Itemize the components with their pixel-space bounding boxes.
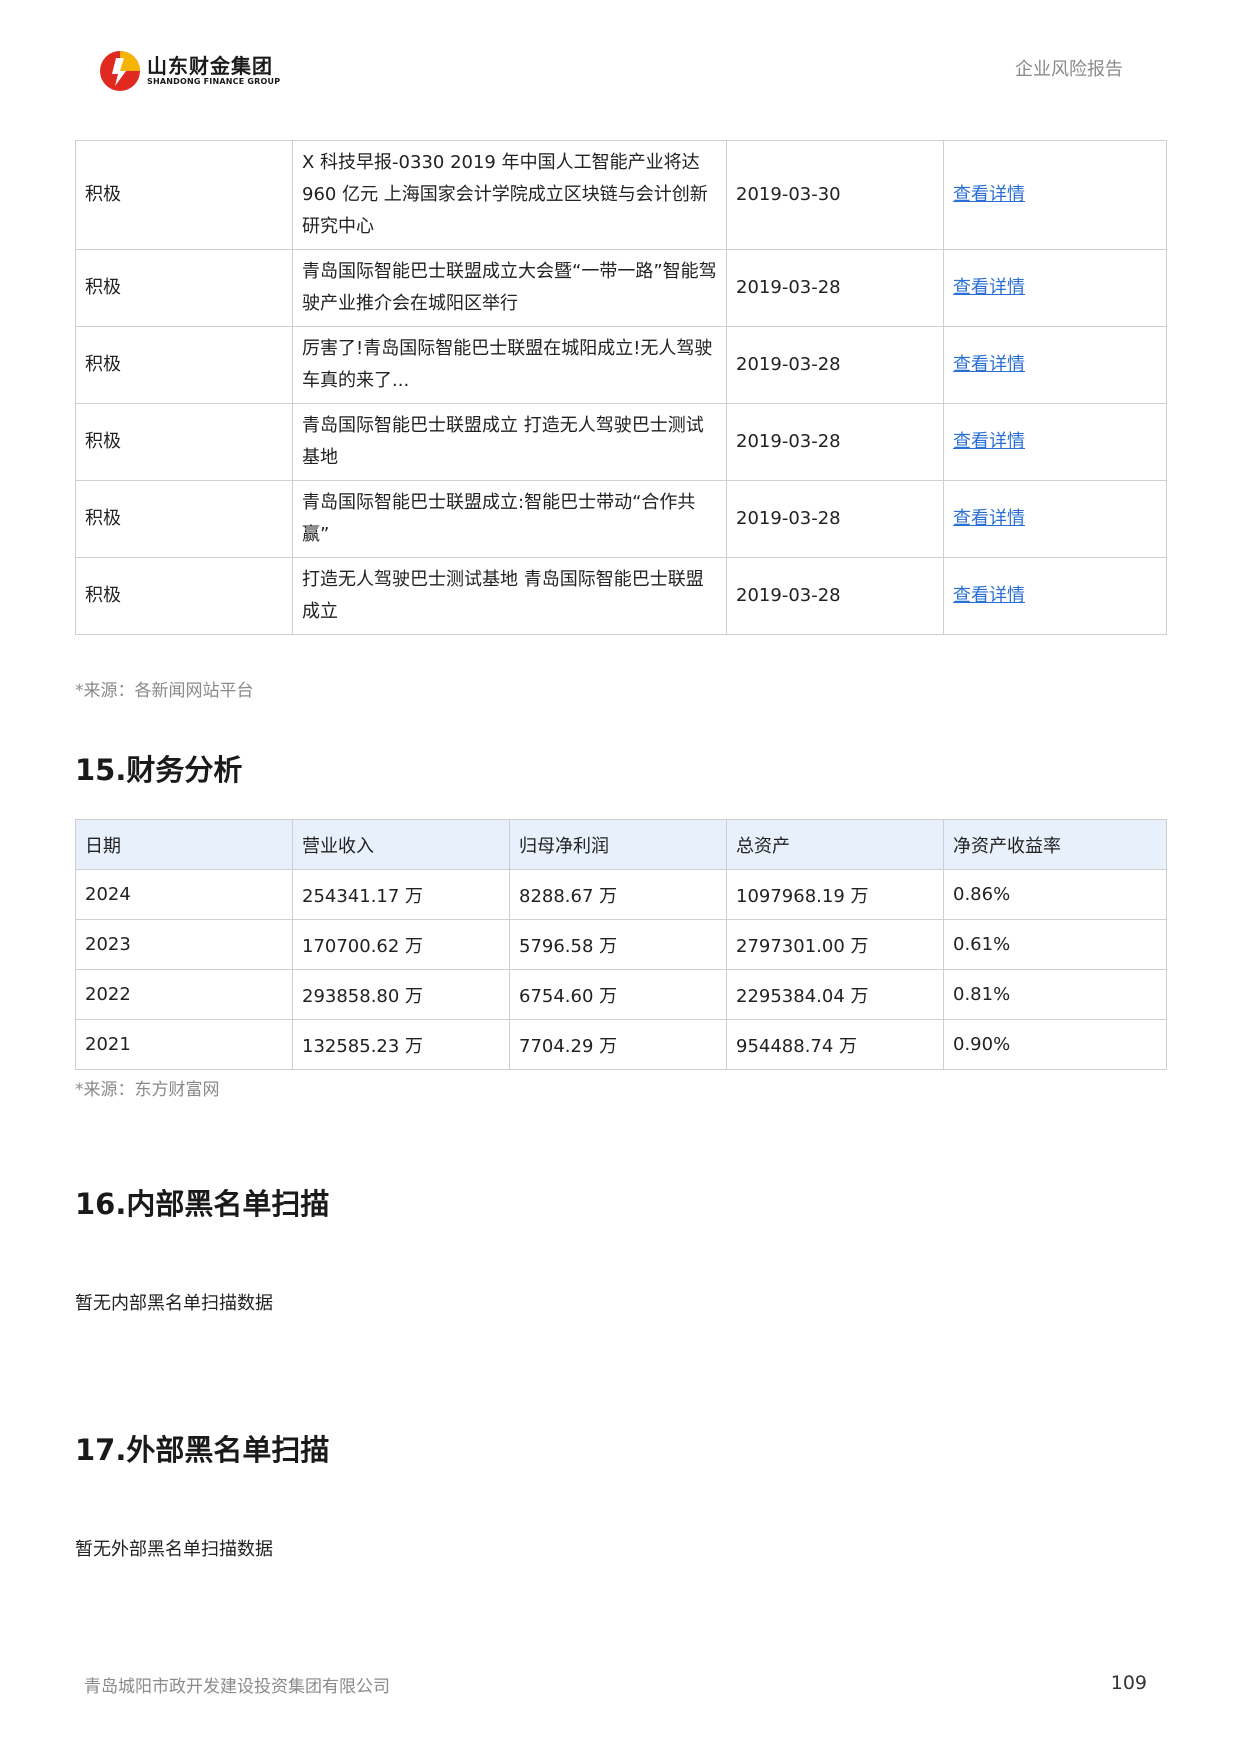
- news-sentiment-cell: 积极: [75, 140, 293, 250]
- finance-row: 2023 170700.62 万 5796.58 万 2797301.00 万 0.61…: [75, 919, 1167, 970]
- finance-cell: 7704.29 万: [509, 1019, 727, 1070]
- finance-cell: 954488.74 万: [726, 1019, 944, 1070]
- footer-company-name: 青岛城阳市政开发建设投资集团有限公司: [84, 1677, 390, 1697]
- finance-cell: 0.81%: [943, 969, 1167, 1020]
- news-title-cell: 青岛国际智能巴士联盟成立 打造无人驾驶巴士测试基地: [291, 403, 728, 481]
- view-details-link[interactable]: 查看详情: [953, 431, 1025, 452]
- finance-cell: 2295384.04 万: [726, 969, 944, 1020]
- news-title-cell: 打造无人驾驶巴士测试基地 青岛国际智能巴士联盟成立: [291, 557, 728, 635]
- news-row: 积极 青岛国际智能巴士联盟成立:智能巴士带动“合作共赢” 2019-03-28 查看详…: [75, 480, 1168, 558]
- news-row: 积极 打造无人驾驶巴士测试基地 青岛国际智能巴士联盟成立 2019-03-28 查看详…: [75, 557, 1168, 635]
- news-title-cell: 青岛国际智能巴士联盟成立大会暨“一带一路”智能驾驶产业推介会在城阳区举行: [291, 249, 728, 327]
- finance-cell: 0.86%: [943, 869, 1167, 920]
- logo-english-name: SHANDONG FINANCE GROUP: [147, 77, 281, 86]
- news-title-cell: 厉害了!青岛国际智能巴士联盟在城阳成立!无人驾驶车真的来了...: [291, 326, 728, 404]
- news-row: 积极 青岛国际智能巴士联盟成立 打造无人驾驶巴士测试基地 2019-03-28 查看详…: [75, 403, 1168, 481]
- finance-cell: 2024: [75, 869, 293, 920]
- finance-cell: 2797301.00 万: [726, 919, 944, 970]
- news-detail-cell: 查看详情: [943, 326, 1168, 404]
- page-header: 山东财金集团 SHANDONG FINANCE GROUP 企业风险报告: [0, 0, 1241, 110]
- finance-row: 2024 254341.17 万 8288.67 万 1097968.19 万 0.86…: [75, 869, 1167, 920]
- finance-column-header: 营业收入: [292, 819, 510, 870]
- finance-column-header: 总资产: [726, 819, 944, 870]
- view-details-link[interactable]: 查看详情: [953, 585, 1025, 606]
- internal-blacklist-empty-note: 暂无内部黑名单扫描数据: [75, 1293, 273, 1314]
- finance-table: 日期 营业收入 归母净利润 总资产 净资产收益率 2024 254341.17 万 8288…: [75, 819, 1167, 1070]
- finance-cell: 8288.67 万: [509, 869, 727, 920]
- finance-cell: 0.90%: [943, 1019, 1167, 1070]
- finance-cell: 6754.60 万: [509, 969, 727, 1020]
- view-details-link[interactable]: 查看详情: [953, 354, 1025, 375]
- news-detail-cell: 查看详情: [943, 557, 1168, 635]
- view-details-link[interactable]: 查看详情: [953, 184, 1025, 205]
- news-date-cell: 2019-03-30: [726, 140, 945, 250]
- news-row: 积极 厉害了!青岛国际智能巴士联盟在城阳成立!无人驾驶车真的来了... 2019-0…: [75, 326, 1168, 404]
- finance-cell: 2023: [75, 919, 293, 970]
- news-row: 积极 青岛国际智能巴士联盟成立大会暨“一带一路”智能驾驶产业推介会在城阳区举行 20…: [75, 249, 1168, 327]
- report-title: 企业风险报告: [1015, 59, 1123, 80]
- news-sentiment-cell: 积极: [75, 557, 293, 635]
- news-date-cell: 2019-03-28: [726, 557, 945, 635]
- news-row: 积极 X 科技早报-0330 2019 年中国人工智能产业将达 960 亿元 上海…: [75, 140, 1168, 250]
- news-sentiment-cell: 积极: [75, 480, 293, 558]
- finance-column-header: 净资产收益率: [943, 819, 1167, 870]
- finance-row: 2021 132585.23 万 7704.29 万 954488.74 万 0.90%: [75, 1019, 1167, 1070]
- finance-cell: 2021: [75, 1019, 293, 1070]
- view-details-link[interactable]: 查看详情: [953, 277, 1025, 298]
- news-date-cell: 2019-03-28: [726, 326, 945, 404]
- logo-chinese-name: 山东财金集团: [147, 54, 273, 78]
- news-table: 积极 X 科技早报-0330 2019 年中国人工智能产业将达 960 亿元 上海…: [75, 140, 1168, 635]
- section-title-external-blacklist: 17.外部黑名单扫描: [75, 1433, 330, 1467]
- news-title-cell: 青岛国际智能巴士联盟成立:智能巴士带动“合作共赢”: [291, 480, 728, 558]
- section-title-internal-blacklist: 16.内部黑名单扫描: [75, 1187, 330, 1221]
- section-title-finance: 15.财务分析: [75, 753, 243, 787]
- external-blacklist-empty-note: 暂无外部黑名单扫描数据: [75, 1539, 273, 1560]
- finance-cell: 2022: [75, 969, 293, 1020]
- news-sentiment-cell: 积极: [75, 249, 293, 327]
- finance-row: 2022 293858.80 万 6754.60 万 2295384.04 万 0.81…: [75, 969, 1167, 1020]
- page-number: 109: [1110, 1672, 1147, 1694]
- news-date-cell: 2019-03-28: [726, 480, 945, 558]
- news-date-cell: 2019-03-28: [726, 403, 945, 481]
- finance-column-header: 日期: [75, 819, 293, 870]
- news-sentiment-cell: 积极: [75, 403, 293, 481]
- finance-cell: 0.61%: [943, 919, 1167, 970]
- finance-cell: 5796.58 万: [509, 919, 727, 970]
- finance-cell: 293858.80 万: [292, 969, 510, 1020]
- finance-cell: 170700.62 万: [292, 919, 510, 970]
- news-source-note: *来源：各新闻网站平台: [75, 681, 254, 701]
- finance-cell: 254341.17 万: [292, 869, 510, 920]
- news-sentiment-cell: 积极: [75, 326, 293, 404]
- logo-mark-icon: [100, 51, 140, 91]
- news-detail-cell: 查看详情: [943, 480, 1168, 558]
- news-detail-cell: 查看详情: [943, 140, 1168, 250]
- finance-cell: 132585.23 万: [292, 1019, 510, 1070]
- finance-source-note: *来源：东方财富网: [75, 1080, 220, 1100]
- news-detail-cell: 查看详情: [943, 403, 1168, 481]
- finance-column-header: 归母净利润: [509, 819, 727, 870]
- company-logo: 山东财金集团 SHANDONG FINANCE GROUP: [99, 50, 280, 92]
- finance-table-header-row: 日期 营业收入 归母净利润 总资产 净资产收益率: [75, 819, 1167, 870]
- view-details-link[interactable]: 查看详情: [953, 508, 1025, 529]
- finance-cell: 1097968.19 万: [726, 869, 944, 920]
- news-title-cell: X 科技早报-0330 2019 年中国人工智能产业将达 960 亿元 上海国家…: [291, 140, 728, 250]
- news-date-cell: 2019-03-28: [726, 249, 945, 327]
- news-detail-cell: 查看详情: [943, 249, 1168, 327]
